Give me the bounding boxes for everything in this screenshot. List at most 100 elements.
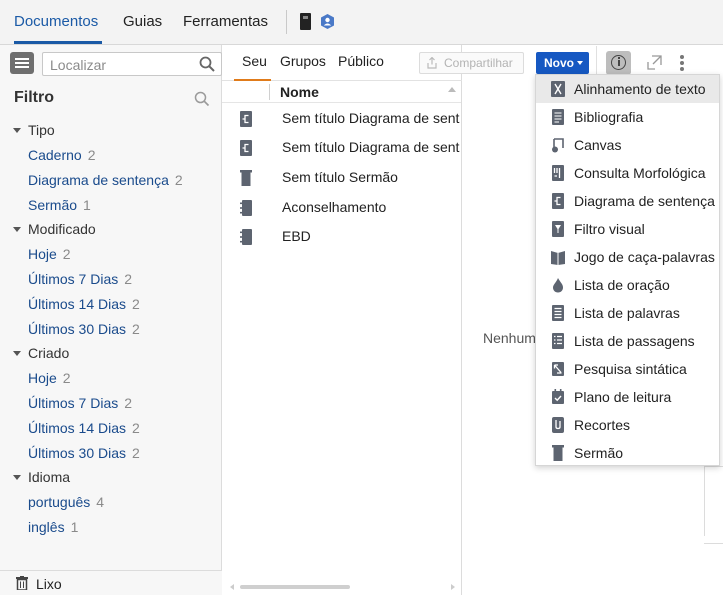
menu-item-clippings[interactable]: Recortes [536, 411, 719, 439]
new-button[interactable]: Novo [536, 52, 589, 74]
filter-item[interactable]: português 4 [28, 491, 104, 513]
menu-item-reading-plan[interactable]: Plano de leitura [536, 383, 719, 411]
menu-item-label: Plano de leitura [574, 389, 672, 405]
filter-item[interactable]: Últimos 30 Dias 2 [28, 318, 140, 340]
filter-item[interactable]: Últimos 30 Dias 2 [28, 442, 140, 464]
visual-filter-icon [552, 221, 564, 237]
menu-item-label: Filtro visual [574, 221, 645, 237]
menu-item-label: Jogo de caça-palavras [574, 249, 715, 265]
filter-item[interactable]: Últimos 14 Dias 2 [28, 293, 140, 315]
horizontal-scrollbar[interactable] [230, 583, 455, 591]
expand-arrow-icon [13, 226, 21, 232]
notebook-icon [240, 229, 252, 245]
new-document-menu: Alinhamento de texto Bibliografia Canvas… [535, 74, 720, 466]
menu-item-label: Canvas [574, 137, 622, 153]
tab-ferramentas[interactable]: Ferramentas [183, 0, 268, 44]
filter-item[interactable]: Últimos 7 Dias 2 [28, 392, 132, 414]
document-list-panel: Seu Grupos Público Nome Sem título Diagr… [222, 45, 723, 595]
menu-item-bibliography[interactable]: Bibliografia [536, 103, 719, 131]
menu-item-label: Lista de palavras [574, 305, 680, 321]
menu-item-label: Consulta Morfológica [574, 165, 706, 181]
filter-group-modificado[interactable]: Modificado [13, 218, 96, 240]
search-icon[interactable] [199, 56, 215, 72]
tab-seu[interactable]: Seu [234, 53, 271, 81]
hamburger-menu-button[interactable] [10, 52, 34, 74]
menu-item-label: Diagrama de sentença [574, 193, 715, 209]
tab-publico[interactable]: Público [338, 53, 384, 81]
scroll-right-icon[interactable] [451, 584, 455, 590]
document-row[interactable]: Sem título Diagrama de sentença [222, 104, 461, 134]
menu-item-label: Lista de passagens [574, 333, 695, 349]
scrollbar-thumb[interactable] [240, 585, 350, 589]
document-row[interactable]: Sem título Diagrama de sentença [222, 133, 461, 163]
document-row[interactable]: EBD [222, 222, 461, 252]
filter-group-idioma[interactable]: Idioma [13, 466, 70, 488]
menu-item-visual-filter[interactable]: Filtro visual [536, 215, 719, 243]
empty-message: Nenhum [483, 330, 536, 346]
share-button[interactable]: Compartilhar [419, 52, 524, 74]
document-name: Sem título Diagrama de sentença [282, 110, 460, 126]
menu-item-label: Alinhamento de texto [574, 81, 706, 97]
filter-item[interactable]: Hoje 2 [28, 367, 71, 389]
layout-hex-icon[interactable] [320, 13, 335, 30]
filter-group-criado[interactable]: Criado [13, 342, 69, 364]
trash-label: Lixo [36, 576, 62, 592]
menu-item-label: Bibliografia [574, 109, 644, 125]
filter-item[interactable]: Caderno 2 [28, 144, 96, 166]
reading-plan-icon [552, 389, 564, 404]
menu-item-passage-list[interactable]: Lista de passagens [536, 327, 719, 355]
filter-item[interactable]: inglês 1 [28, 516, 78, 538]
search-box[interactable] [42, 52, 222, 76]
chevron-down-icon [577, 61, 583, 65]
tab-grupos[interactable]: Grupos [280, 53, 326, 81]
canvas-icon [552, 138, 564, 153]
bibliography-icon [552, 109, 564, 125]
column-header[interactable]: Nome [222, 81, 461, 103]
filter-item[interactable]: Hoje 2 [28, 243, 71, 265]
tab-documentos[interactable]: Documentos [14, 0, 102, 44]
book-icon[interactable] [300, 13, 311, 30]
menu-item-sentence-diagram[interactable]: Diagrama de sentença [536, 187, 719, 215]
tab-guias[interactable]: Guias [123, 0, 162, 44]
document-row[interactable]: Sem título Sermão [222, 163, 461, 193]
side-panel-edge [704, 466, 723, 536]
expand-arrow-icon [13, 474, 21, 480]
menu-item-word-list[interactable]: Lista de palavras [536, 299, 719, 327]
scroll-left-icon[interactable] [230, 584, 234, 590]
clippings-icon [552, 417, 564, 433]
share-icon [427, 57, 437, 69]
notebook-icon [240, 200, 252, 216]
menu-item-text-alignment[interactable]: Alinhamento de texto [536, 75, 719, 103]
sentence-diagram-icon [552, 193, 564, 209]
search-input[interactable] [50, 56, 200, 73]
more-options-icon[interactable] [680, 55, 684, 71]
menu-item-sermon[interactable]: Sermão [536, 439, 719, 467]
sermon-icon [240, 170, 252, 186]
filter-item[interactable]: Últimos 7 Dias 2 [28, 268, 132, 290]
filter-group-tipo[interactable]: Tipo [13, 119, 55, 141]
text-alignment-icon [551, 81, 565, 97]
column-divider [269, 84, 270, 100]
menu-item-word-search[interactable]: Jogo de caça-palavras [536, 243, 719, 271]
menu-item-morph-query[interactable]: Consulta Morfológica [536, 159, 719, 187]
menu-item-canvas[interactable]: Canvas [536, 131, 719, 159]
document-row[interactable]: Aconselhamento [222, 193, 461, 223]
filter-item[interactable]: Últimos 14 Dias 2 [28, 417, 140, 439]
column-header-name[interactable]: Nome [280, 84, 319, 100]
document-name: Sem título Diagrama de sentença [282, 139, 460, 155]
menu-item-label: Recortes [574, 417, 631, 433]
filter-title: Filtro [14, 89, 54, 106]
trash-bar[interactable]: Lixo [0, 570, 222, 595]
menu-item-prayer-list[interactable]: Lista de oração [536, 271, 719, 299]
filter-item[interactable]: Diagrama de sentença 2 [28, 169, 183, 191]
sentence-diagram-icon [240, 111, 252, 127]
popout-icon[interactable] [647, 55, 662, 70]
info-button[interactable] [606, 51, 631, 75]
filter-search-icon[interactable] [194, 91, 210, 107]
share-label: Compartilhar [444, 56, 513, 70]
document-name: Sem título Sermão [282, 169, 398, 185]
menu-item-syntax-search[interactable]: Pesquisa sintática [536, 355, 719, 383]
side-panel-edge [704, 543, 723, 553]
new-label: Novo [544, 56, 574, 70]
filter-item[interactable]: Sermão 1 [28, 194, 91, 216]
